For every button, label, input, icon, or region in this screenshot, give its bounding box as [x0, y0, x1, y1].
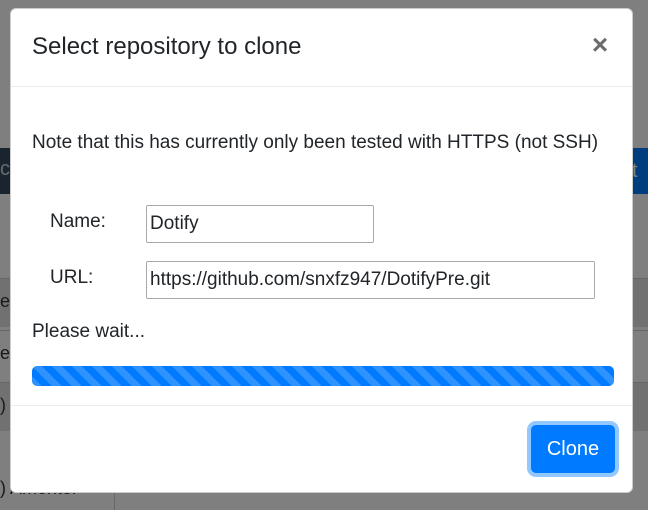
- name-label: Name:: [50, 211, 106, 232]
- modal-header: Select repository to clone ×: [11, 9, 632, 87]
- name-input[interactable]: [146, 205, 374, 243]
- progress-track: [32, 366, 614, 386]
- modal-title: Select repository to clone: [32, 33, 302, 60]
- progress-bar: [32, 366, 614, 386]
- status-text: Please wait...: [32, 321, 145, 342]
- close-icon[interactable]: ×: [588, 31, 612, 59]
- https-note: Note that this has currently only been t…: [32, 132, 599, 153]
- url-label: URL:: [50, 267, 94, 288]
- modal-footer: Clone: [11, 405, 632, 492]
- clone-repository-dialog: Select repository to clone × Note that t…: [10, 8, 633, 493]
- url-input[interactable]: [146, 261, 595, 299]
- clone-button[interactable]: Clone: [531, 425, 615, 473]
